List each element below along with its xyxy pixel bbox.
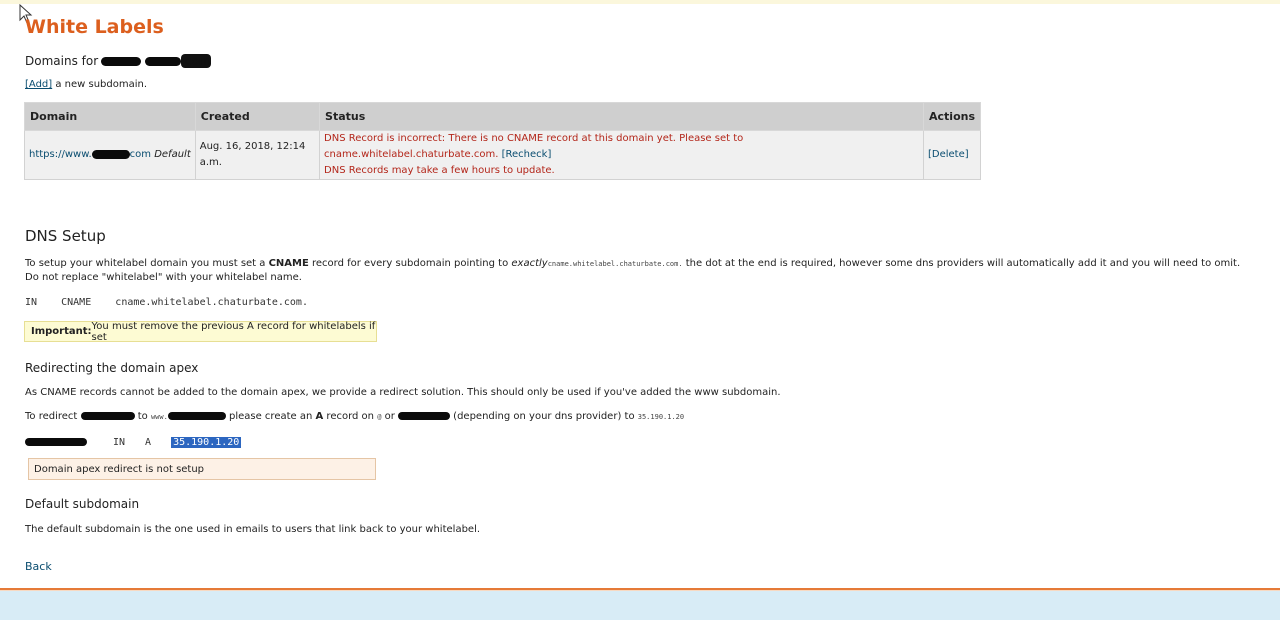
- add-subdomain-text: a new subdomain.: [52, 79, 148, 90]
- apex-status-box: Domain apex redirect is not setup: [28, 458, 376, 480]
- recheck-link[interactable]: [Recheck]: [502, 149, 552, 160]
- dns-setup-note: Do not replace "whitelabel" with your wh…: [25, 272, 302, 283]
- default-label: Default: [154, 149, 191, 160]
- apex-paragraph: As CNAME records cannot be added to the …: [25, 387, 781, 398]
- back-link[interactable]: Back: [25, 560, 52, 573]
- record-ip-selected[interactable]: 35.190.1.20: [171, 436, 242, 448]
- apex-heading: Redirecting the domain apex: [25, 361, 199, 375]
- record-type: A: [145, 436, 152, 448]
- delete-link[interactable]: [Delete]: [928, 149, 969, 160]
- table-row: https://www. com Default Aug. 16, 2018, 1…: [24, 130, 981, 180]
- apex-a-record: IN A 35.190.1.20: [25, 435, 242, 449]
- redacted-text: [91, 149, 130, 159]
- important-notice: Important: You must remove the previous …: [24, 320, 377, 343]
- column-header-created: Created: [194, 102, 321, 131]
- important-label: Important:: [31, 326, 92, 337]
- dns-setup-paragraph: To setup your whitelabel domain you must…: [25, 258, 1241, 283]
- domain-cell: https://www. com Default: [24, 130, 196, 180]
- add-subdomain-link[interactable]: [Add]: [25, 79, 52, 90]
- domains-for-suffix: .com: [181, 54, 211, 68]
- page-title: White Labels: [25, 16, 164, 38]
- redacted-text: [80, 412, 135, 420]
- top-notification-strip: [0, 0, 1280, 4]
- important-text: You must remove the previous A record fo…: [91, 320, 376, 343]
- redacted-text: [101, 56, 142, 66]
- default-subdomain-text: The default subdomain is the one used in…: [25, 524, 481, 535]
- apex-instructions: To redirect to www. please create an A r…: [25, 411, 685, 422]
- domain-link[interactable]: https://www. com: [29, 149, 151, 160]
- add-subdomain-line: [Add] a new subdomain.: [25, 79, 147, 90]
- footer-band: [0, 590, 1280, 620]
- redacted-text: [167, 412, 226, 420]
- redacted-text: [25, 438, 87, 446]
- status-cell: DNS Record is incorrect: There is no CNA…: [319, 130, 924, 180]
- actions-cell: [Delete]: [923, 130, 981, 180]
- cname-record: IN CNAME cname.whitelabel.chaturbate.com…: [25, 297, 308, 308]
- dns-setup-heading: DNS Setup: [25, 227, 106, 245]
- status-update-note: DNS Records may take a few hours to upda…: [324, 165, 555, 176]
- domains-table: Domain Created Status Actions https://ww…: [24, 102, 981, 180]
- column-header-actions: Actions: [923, 102, 981, 131]
- record-in: IN: [113, 436, 126, 448]
- redacted-text: [398, 412, 450, 420]
- table-header-row: Domain Created Status Actions: [24, 102, 981, 131]
- domains-for-heading: Domains for .com: [25, 54, 211, 68]
- default-subdomain-heading: Default subdomain: [25, 497, 140, 511]
- created-cell: Aug. 16, 2018, 12:14 a.m.: [194, 130, 321, 180]
- domains-for-label: Domains for: [25, 54, 99, 68]
- column-header-domain: Domain: [24, 102, 196, 131]
- redacted-text: [145, 56, 182, 66]
- column-header-status: Status: [319, 102, 924, 131]
